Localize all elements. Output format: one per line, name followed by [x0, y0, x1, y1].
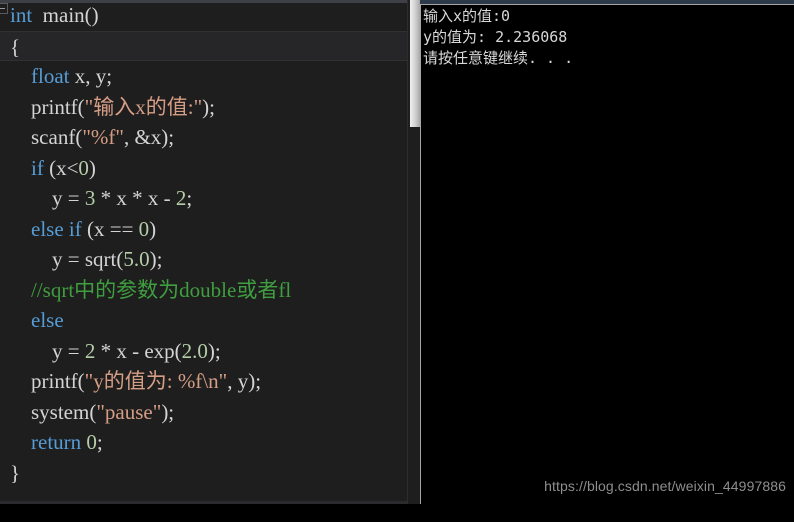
console-line: y的值为: 2.236068 [423, 28, 568, 46]
code-token: } [10, 460, 21, 485]
code-line[interactable]: printf("y的值为: %f\n", y); [0, 366, 419, 397]
code-line[interactable]: float x, y; [0, 61, 419, 92]
code-token: printf [31, 369, 78, 393]
code-token: y = [10, 186, 85, 210]
code-token: ; [186, 186, 193, 210]
code-line[interactable]: y = sqrt(5.0); [0, 244, 419, 275]
code-token: 2 [175, 186, 187, 210]
code-token: 2 [84, 338, 96, 363]
code-token: return [31, 430, 82, 454]
code-token: //sqrt中的参数为double或者fl [10, 277, 292, 302]
code-token: if [68, 216, 82, 241]
code-token: 0 [78, 155, 89, 180]
code-line[interactable]: system("pause"); [0, 397, 419, 428]
code-token: ( [77, 94, 85, 119]
code-line[interactable]: printf("输入x的值:"); [0, 92, 419, 123]
console-line: 输入x的值:0 [423, 7, 511, 25]
code-line[interactable]: int main() [0, 0, 419, 31]
code-token: ); [161, 399, 175, 424]
code-token: * x * x - [95, 186, 176, 210]
code-line[interactable]: { [0, 30, 419, 61]
vertical-scrollbar-thumb[interactable] [410, 0, 420, 127]
code-token: { [10, 34, 21, 59]
code-token: ) [149, 216, 157, 241]
code-line[interactable]: y = 3 * x * x - 2; [0, 183, 419, 214]
code-token: if [31, 155, 44, 180]
code-line[interactable]: } [0, 458, 419, 489]
code-token: , y); [227, 369, 262, 393]
vertical-scrollbar-track[interactable] [407, 0, 420, 504]
code-token: main [42, 3, 85, 27]
code-token: else [31, 216, 64, 241]
watermark-url: https://blog.csdn.net/weixin_44997886 [544, 478, 786, 494]
code-token: system [31, 399, 90, 424]
code-token: ) [88, 155, 96, 180]
screenshot-root: int main(){ float x, y; printf("输入x的值:")… [0, 0, 794, 504]
code-token: ); [149, 247, 163, 271]
code-token: "y的值为: %f\n" [84, 369, 228, 393]
console-line: 请按任意键继续. . . [423, 49, 574, 67]
console-frame-border: 输入x的值:0 y的值为: 2.236068 请按任意键继续. . . [420, 4, 794, 504]
code-line[interactable]: else if (x == 0) [0, 214, 419, 245]
code-lines-container[interactable]: int main(){ float x, y; printf("输入x的值:")… [0, 0, 419, 488]
code-line[interactable]: else [0, 305, 419, 336]
code-token: printf [31, 94, 78, 119]
code-token: "pause" [96, 399, 162, 424]
code-token: y = [10, 247, 85, 271]
code-token: ( [174, 338, 182, 363]
code-token: * x - [95, 338, 145, 363]
code-token: (x == [81, 216, 139, 241]
code-token: ; [96, 430, 103, 454]
code-token: 0 [138, 216, 150, 241]
code-token: int [10, 3, 33, 27]
code-token: (x< [43, 155, 79, 180]
code-token: ( [77, 369, 85, 393]
console-window[interactable]: 输入x的值:0 y的值为: 2.236068 请按任意键继续. . . https:… [420, 0, 794, 504]
code-token: "%f" [82, 125, 124, 149]
code-line[interactable]: return 0; [0, 427, 419, 458]
code-token: scanf [31, 125, 76, 149]
code-token: ); [202, 94, 215, 119]
code-line[interactable]: y = 2 * x - exp(2.0); [0, 336, 419, 367]
vertical-scrollbar-lower-track[interactable] [410, 127, 420, 504]
code-token: sqrt [84, 247, 117, 271]
code-token: x, y; [69, 64, 113, 88]
code-line[interactable]: if (x<0) [0, 153, 419, 184]
code-token: y = [10, 338, 85, 363]
code-token: 5.0 [123, 247, 150, 271]
code-token: 2.0 [181, 338, 208, 363]
code-token: 0 [86, 430, 97, 454]
code-token: else [31, 308, 64, 332]
code-token: , &x); [123, 125, 175, 149]
code-line[interactable]: scanf("%f", &x); [0, 122, 419, 153]
code-token: "输入x的值:" [84, 94, 203, 119]
code-token: 3 [84, 186, 96, 210]
code-editor-pane[interactable]: int main(){ float x, y; printf("输入x的值:")… [0, 0, 419, 504]
code-token: () [84, 3, 99, 27]
console-output-text: 输入x的值:0 y的值为: 2.236068 请按任意键继续. . . [423, 6, 793, 69]
code-token: exp [144, 338, 175, 363]
code-line[interactable]: //sqrt中的参数为double或者fl [0, 275, 419, 306]
code-token: ); [207, 338, 221, 363]
code-token: float [31, 64, 70, 88]
